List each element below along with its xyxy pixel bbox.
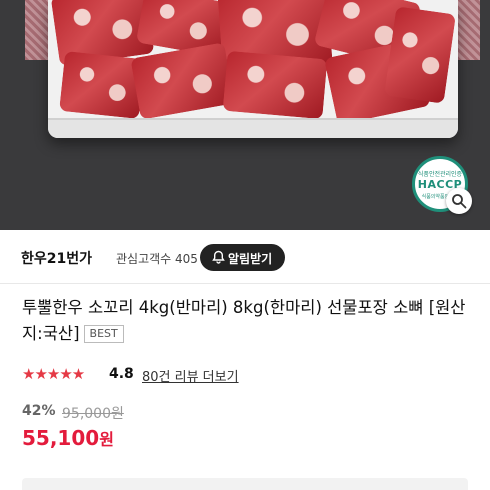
interest-count: 관심고객수 405: [116, 250, 198, 267]
haccp-badge-top: 식품안전관리인증: [417, 171, 463, 178]
tray-rim: [48, 118, 458, 138]
currency: 원: [99, 430, 114, 449]
rating-stars: ★★★★★: [22, 365, 85, 383]
zoom-icon: [452, 194, 467, 209]
rating-score: 4.8: [109, 366, 134, 382]
meat-piece: [222, 50, 328, 120]
review-link[interactable]: 80건 리뷰 더보기: [142, 366, 239, 385]
interest-value: 405: [175, 252, 198, 266]
bell-icon: [212, 250, 225, 264]
sale-price: 55,100원: [22, 426, 114, 450]
best-badge: BEST: [83, 325, 124, 343]
alarm-button[interactable]: 알림받기: [200, 244, 285, 271]
product-title: 투뿔한우 소꼬리 4kg(반마리) 8kg(한마리) 선물포장 소뼈 [원산지:…: [22, 295, 472, 347]
alarm-label: 알림받기: [228, 252, 273, 266]
original-price: 95,000원: [62, 406, 124, 422]
sale-price-value: 55,100: [22, 426, 100, 450]
discount-rate: 42%: [22, 403, 56, 419]
seller-row: 한우21번가 관심고객수 405 알림받기: [0, 231, 490, 284]
option-bar[interactable]: [22, 478, 468, 490]
seller-name[interactable]: 한우21번가: [21, 248, 92, 268]
interest-label: 관심고객수: [116, 252, 172, 266]
meat-piece: [384, 6, 456, 104]
product-image[interactable]: 식품안전관리인증 HACCP 식품의약품안전처: [0, 0, 490, 230]
zoom-button[interactable]: [446, 188, 472, 214]
